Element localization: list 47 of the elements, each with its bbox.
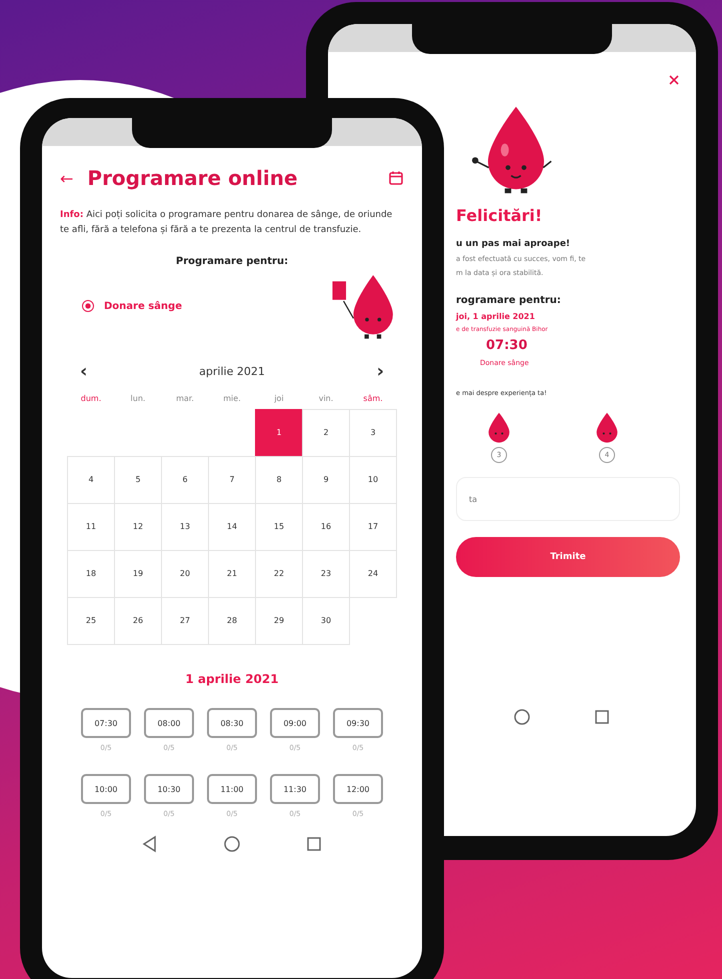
calendar-icon[interactable] bbox=[388, 170, 404, 186]
back-button[interactable]: ← bbox=[60, 168, 74, 188]
submit-button[interactable]: Trimite bbox=[456, 537, 680, 577]
comment-field[interactable]: ta bbox=[456, 477, 680, 521]
blood-drop-icon[interactable] bbox=[594, 411, 620, 443]
home-icon[interactable] bbox=[222, 834, 242, 854]
info-text: Info: Aici poți solicita o programare pentru donarea de sânge, de oriunde te afli, fără a telefona și fără a te prezenta la centrul de transfuzie. bbox=[60, 208, 394, 237]
weekday-label: lun. bbox=[130, 394, 146, 405]
time-slot-button[interactable]: 08:00 bbox=[144, 708, 194, 738]
weekday-label: dum. bbox=[80, 394, 102, 405]
time-slot-button[interactable]: 09:00 bbox=[270, 708, 320, 738]
selected-date: 1 aprilie 2021 bbox=[184, 672, 280, 686]
subtitle: u un pas mai aproape! bbox=[456, 239, 572, 249]
appointment-time: 07:30 bbox=[486, 338, 528, 353]
time-slot-button[interactable]: 10:00 bbox=[81, 774, 131, 804]
time-slot-button[interactable]: 11:00 bbox=[207, 774, 257, 804]
calendar-day[interactable]: 24 bbox=[349, 550, 397, 598]
home-icon[interactable] bbox=[512, 707, 532, 727]
next-month-button[interactable]: › bbox=[376, 361, 384, 382]
blood-drop-icon[interactable] bbox=[486, 411, 512, 443]
time-slot-button[interactable]: 12:00 bbox=[333, 774, 383, 804]
radio-button[interactable] bbox=[82, 300, 94, 312]
appointment-label: rogramare pentru: bbox=[456, 295, 562, 306]
time-slot-button[interactable]: 11:30 bbox=[270, 774, 320, 804]
time-slot-button[interactable]: 10:30 bbox=[144, 774, 194, 804]
weekday-label: mie. bbox=[222, 394, 242, 405]
time-slot-button[interactable]: 09:30 bbox=[333, 708, 383, 738]
calendar-day[interactable]: 3 bbox=[349, 408, 397, 456]
close-icon[interactable] bbox=[668, 74, 680, 86]
calendar-day[interactable]: 25 bbox=[67, 596, 115, 644]
time-slot-button[interactable]: 08:30 bbox=[207, 708, 257, 738]
page-title: Programare online bbox=[87, 166, 299, 190]
month-label: aprilie 2021 bbox=[199, 365, 265, 378]
weekday-label: vin. bbox=[318, 394, 334, 405]
weekday-label: mar. bbox=[175, 394, 195, 405]
calendar-day[interactable]: 2 bbox=[302, 408, 350, 456]
section-title: Programare pentru: bbox=[174, 256, 290, 267]
appointment-date: joi, 1 aprilie 2021 bbox=[456, 312, 536, 321]
congrats-title: Felicitări! bbox=[456, 206, 544, 225]
option-label[interactable]: Donare sânge bbox=[104, 300, 182, 312]
weekday-label: sâm. bbox=[362, 394, 384, 405]
previous-month-button[interactable]: ‹ bbox=[80, 361, 88, 382]
weekday-label: joi bbox=[273, 394, 285, 405]
time-slot-button[interactable]: 07:30 bbox=[81, 708, 131, 738]
calendar-day[interactable]: 30 bbox=[302, 596, 350, 644]
calendar-day[interactable]: 4 bbox=[67, 456, 115, 504]
calendar-day[interactable]: 1 bbox=[255, 408, 303, 456]
